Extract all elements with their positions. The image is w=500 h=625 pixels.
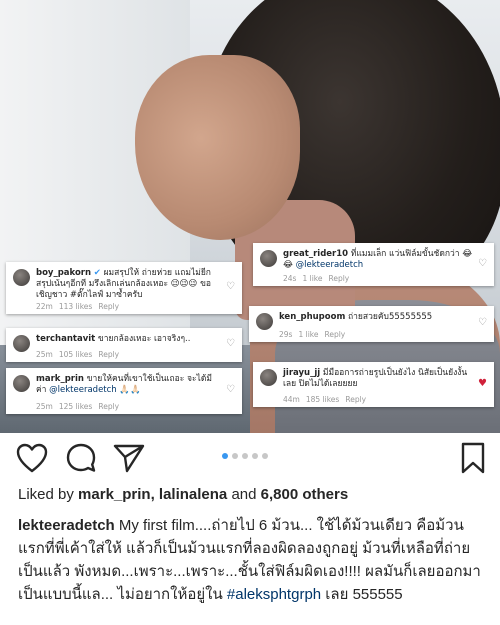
reply-link[interactable]: Reply bbox=[98, 402, 119, 411]
reply-link[interactable]: Reply bbox=[345, 395, 366, 404]
likes-count[interactable]: 6,800 others bbox=[261, 486, 349, 503]
avatar[interactable] bbox=[13, 269, 30, 286]
comment-meta: 24s 1 like Reply bbox=[283, 274, 350, 283]
comment-card: boy_pakorn ✔ ผมสรุปให้ ถ่ายห่วย แถมไม่ยี… bbox=[6, 262, 242, 314]
comment-username[interactable]: boy_pakorn bbox=[36, 268, 91, 278]
hashtag-link[interactable]: #aleksphtgrph bbox=[227, 586, 321, 603]
avatar[interactable] bbox=[13, 375, 30, 392]
send-icon[interactable] bbox=[113, 443, 145, 473]
carousel-dot[interactable] bbox=[242, 453, 248, 459]
comment-heart-icon[interactable]: ♡ bbox=[226, 281, 235, 292]
carousel-dot[interactable] bbox=[262, 453, 268, 459]
comment-username[interactable]: terchantavit bbox=[36, 334, 95, 344]
heart-icon[interactable] bbox=[16, 443, 48, 473]
comment-text: jirayu_jj มีมืออการถ่ายรูปเป็นยังไง นิสั… bbox=[283, 368, 468, 389]
avatar[interactable] bbox=[260, 250, 277, 267]
comment-card: ken_phupoom ถ่ายสวยคับ55555555 29s 1 like… bbox=[249, 306, 494, 342]
reply-link[interactable]: Reply bbox=[328, 274, 349, 283]
comment-card: terchantavit ขายกล้องเหอะ เอาจริงๆ.. 25m… bbox=[6, 328, 242, 362]
comment-heart-icon[interactable]: ♡ bbox=[478, 258, 487, 269]
comment-text: boy_pakorn ✔ ผมสรุปให้ ถ่ายห่วย แถมไม่ยี… bbox=[36, 268, 211, 300]
comment-meta: 22m 113 likes Reply bbox=[36, 302, 120, 311]
carousel-dot[interactable] bbox=[232, 453, 238, 459]
liked-by-users[interactable]: mark_prin, lalinalena bbox=[78, 486, 227, 503]
comment-card: mark_prin ขายให้คนที่เขาใช้เป็นเถอะ จะได… bbox=[6, 368, 242, 414]
comment-username[interactable]: jirayu_jj bbox=[283, 368, 320, 378]
reply-link[interactable]: Reply bbox=[324, 330, 345, 339]
carousel-dot[interactable] bbox=[222, 453, 228, 459]
comment-icon[interactable] bbox=[65, 442, 97, 474]
comment-card: jirayu_jj มีมืออการถ่ายรูปเป็นยังไง นิสั… bbox=[253, 362, 494, 407]
comment-heart-icon[interactable]: ♡ bbox=[226, 338, 235, 349]
comment-username[interactable]: mark_prin bbox=[36, 374, 84, 384]
comment-meta: 25m 125 likes Reply bbox=[36, 402, 120, 411]
mention-link[interactable]: @lekteeradetch bbox=[296, 260, 364, 270]
comment-heart-filled-icon[interactable]: ♥ bbox=[478, 378, 487, 389]
reply-link[interactable]: Reply bbox=[98, 302, 119, 311]
comment-meta: 44m 185 likes Reply bbox=[283, 395, 367, 404]
carousel-indicator bbox=[222, 453, 272, 461]
reply-link[interactable]: Reply bbox=[98, 350, 119, 359]
comment-text: ken_phupoom ถ่ายสวยคับ55555555 bbox=[279, 312, 433, 322]
carousel-dot[interactable] bbox=[252, 453, 258, 459]
likes-summary[interactable]: Liked by mark_prin, lalinalena and 6,800… bbox=[18, 486, 348, 503]
comment-meta: 29s 1 like Reply bbox=[279, 330, 346, 339]
comment-username[interactable]: great_rider10 bbox=[283, 249, 348, 259]
avatar[interactable] bbox=[13, 335, 30, 352]
post-caption: lekteeradetch My first film....ถ่ายไป 6 … bbox=[18, 517, 481, 603]
comment-heart-icon[interactable]: ♡ bbox=[478, 317, 487, 328]
comment-text: mark_prin ขายให้คนที่เขาใช้เป็นเถอะ จะได… bbox=[36, 374, 212, 395]
comment-card: great_rider10 ที่แมมเล็ก แว่นฟิล์มขั้นชั… bbox=[253, 243, 494, 286]
comment-heart-icon[interactable]: ♡ bbox=[226, 384, 235, 395]
bookmark-icon[interactable] bbox=[461, 442, 485, 474]
avatar[interactable] bbox=[260, 369, 277, 386]
avatar[interactable] bbox=[256, 313, 273, 330]
comment-username[interactable]: ken_phupoom bbox=[279, 312, 345, 322]
comment-text: terchantavit ขายกล้องเหอะ เอาจริงๆ.. bbox=[36, 334, 191, 344]
caption-username[interactable]: lekteeradetch bbox=[18, 517, 115, 534]
comment-text: great_rider10 ที่แมมเล็ก แว่นฟิล์มขั้นชั… bbox=[283, 249, 473, 270]
verified-badge-icon: ✔ bbox=[93, 268, 101, 278]
comment-meta: 25m 105 likes Reply bbox=[36, 350, 120, 359]
mention-link[interactable]: @lekteeradetch bbox=[49, 385, 117, 395]
